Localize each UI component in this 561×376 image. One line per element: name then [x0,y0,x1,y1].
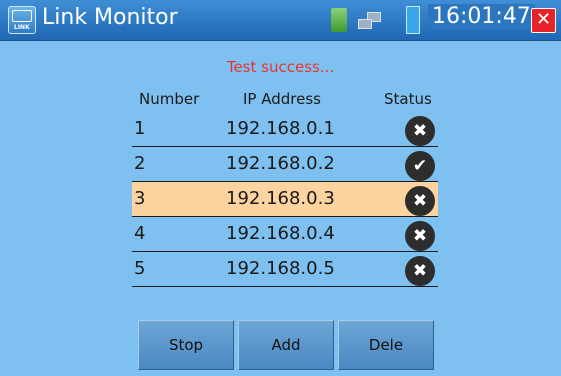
ip-list: 1 192.168.0.1 ✖ 2 192.168.0.2 ✔ 3 192.16… [132,112,438,287]
ip-row-5[interactable]: 5 192.168.0.5 ✖ [132,252,438,287]
sd-card-icon [331,8,347,32]
title-bar: LINK Link Monitor 16:01:47 ✕ [0,0,561,41]
row-ip-address: 192.168.0.1 [226,118,335,139]
column-header-number: Number [139,90,200,108]
row-number: 1 [134,118,146,139]
ip-row-2[interactable]: 2 192.168.0.2 ✔ [132,147,438,182]
test-status-message: Test success... [226,58,335,76]
row-number: 3 [134,188,146,209]
success-check-icon: ✔ [405,151,435,181]
fail-x-icon: ✖ [405,116,435,146]
battery-icon [406,6,420,34]
row-ip-address: 192.168.0.5 [226,258,335,279]
fail-x-icon: ✖ [405,186,435,216]
network-connection-icon [358,12,382,30]
window-title: Link Monitor [42,5,178,30]
link-monitor-app-icon: LINK [8,6,36,34]
stop-button[interactable]: Stop [138,320,234,370]
ip-row-4[interactable]: 4 192.168.0.4 ✖ [132,217,438,252]
column-header-status: Status [384,90,432,108]
row-ip-address: 192.168.0.4 [226,223,335,244]
column-header-ip-address: IP Address [243,90,321,108]
row-number: 4 [134,223,146,244]
dele-button[interactable]: Dele [338,320,434,370]
fail-x-icon: ✖ [405,221,435,251]
ip-row-1[interactable]: 1 192.168.0.1 ✖ [132,112,438,147]
row-ip-address: 192.168.0.2 [226,153,335,174]
fail-x-icon: ✖ [405,256,435,286]
ip-row-3-selected[interactable]: 3 192.168.0.3 ✖ [132,182,438,217]
app-icon-label: LINK [14,24,30,31]
row-ip-address: 192.168.0.3 [226,188,335,209]
monitor-icon-front [358,19,372,29]
row-number: 5 [134,258,146,279]
row-number: 2 [134,153,146,174]
close-button[interactable]: ✕ [531,8,556,33]
network-icon [12,10,32,22]
add-button[interactable]: Add [238,320,334,370]
clock: 16:01:47 [428,4,535,29]
